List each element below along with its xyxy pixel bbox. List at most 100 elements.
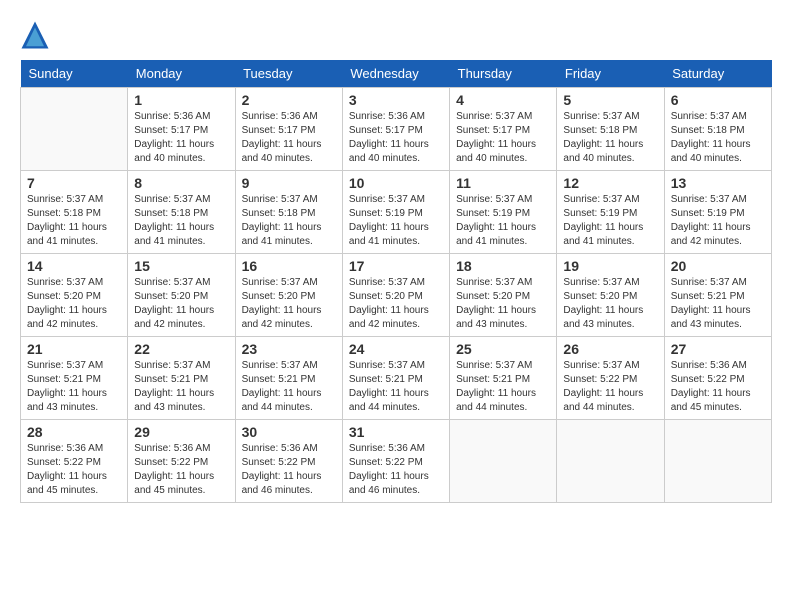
- day-number: 28: [27, 424, 121, 440]
- calendar-cell: 22 Sunrise: 5:37 AMSunset: 5:21 PMDayligh…: [128, 337, 235, 420]
- day-number: 30: [242, 424, 336, 440]
- day-number: 8: [134, 175, 228, 191]
- day-info: Sunrise: 5:37 AMSunset: 5:19 PMDaylight:…: [349, 193, 443, 249]
- day-number: 26: [563, 341, 657, 357]
- calendar-cell: 30 Sunrise: 5:36 AMSunset: 5:22 PMDayligh…: [235, 420, 342, 503]
- day-number: 15: [134, 258, 228, 274]
- day-number: 4: [456, 92, 550, 108]
- day-number: 27: [671, 341, 765, 357]
- day-info: Sunrise: 5:37 AMSunset: 5:20 PMDaylight:…: [242, 276, 336, 332]
- day-info: Sunrise: 5:37 AMSunset: 5:21 PMDaylight:…: [456, 359, 550, 415]
- day-info: Sunrise: 5:37 AMSunset: 5:19 PMDaylight:…: [671, 193, 765, 249]
- day-info: Sunrise: 5:37 AMSunset: 5:21 PMDaylight:…: [671, 276, 765, 332]
- logo-icon: [20, 20, 50, 50]
- day-number: 3: [349, 92, 443, 108]
- day-info: Sunrise: 5:37 AMSunset: 5:20 PMDaylight:…: [27, 276, 121, 332]
- day-number: 24: [349, 341, 443, 357]
- day-info: Sunrise: 5:36 AMSunset: 5:17 PMDaylight:…: [242, 110, 336, 166]
- day-number: 25: [456, 341, 550, 357]
- day-number: 6: [671, 92, 765, 108]
- calendar-cell: 27 Sunrise: 5:36 AMSunset: 5:22 PMDayligh…: [664, 337, 771, 420]
- day-number: 31: [349, 424, 443, 440]
- day-number: 2: [242, 92, 336, 108]
- day-info: Sunrise: 5:37 AMSunset: 5:22 PMDaylight:…: [563, 359, 657, 415]
- calendar-week-5: 28 Sunrise: 5:36 AMSunset: 5:22 PMDayligh…: [21, 420, 772, 503]
- calendar-cell: 14Sunrise: 5:37 AMSunset: 5:20 PMDayligh…: [21, 254, 128, 337]
- calendar-cell: 19Sunrise: 5:37 AMSunset: 5:20 PMDayligh…: [557, 254, 664, 337]
- day-info: Sunrise: 5:36 AMSunset: 5:22 PMDaylight:…: [671, 359, 765, 415]
- day-info: Sunrise: 5:37 AMSunset: 5:17 PMDaylight:…: [456, 110, 550, 166]
- calendar-cell: [664, 420, 771, 503]
- day-number: 16: [242, 258, 336, 274]
- calendar-cell: 25 Sunrise: 5:37 AMSunset: 5:21 PMDayligh…: [450, 337, 557, 420]
- calendar-cell: 23Sunrise: 5:37 AMSunset: 5:21 PMDayligh…: [235, 337, 342, 420]
- day-info: Sunrise: 5:37 AMSunset: 5:20 PMDaylight:…: [456, 276, 550, 332]
- day-info: Sunrise: 5:36 AMSunset: 5:17 PMDaylight:…: [134, 110, 228, 166]
- day-info: Sunrise: 5:36 AMSunset: 5:17 PMDaylight:…: [349, 110, 443, 166]
- day-number: 13: [671, 175, 765, 191]
- calendar-cell: 17 Sunrise: 5:37 AMSunset: 5:20 PMDayligh…: [342, 254, 449, 337]
- calendar-cell: 31 Sunrise: 5:36 AMSunset: 5:22 PMDayligh…: [342, 420, 449, 503]
- calendar-cell: 29Sunrise: 5:36 AMSunset: 5:22 PMDayligh…: [128, 420, 235, 503]
- calendar-cell: 28 Sunrise: 5:36 AMSunset: 5:22 PMDayligh…: [21, 420, 128, 503]
- day-info: Sunrise: 5:37 AMSunset: 5:18 PMDaylight:…: [563, 110, 657, 166]
- calendar-cell: 11 Sunrise: 5:37 AMSunset: 5:19 PMDayligh…: [450, 171, 557, 254]
- weekday-header-sunday: Sunday: [21, 60, 128, 88]
- page-header: [20, 20, 772, 50]
- day-info: Sunrise: 5:37 AMSunset: 5:20 PMDaylight:…: [349, 276, 443, 332]
- day-number: 12: [563, 175, 657, 191]
- calendar-cell: 8Sunrise: 5:37 AMSunset: 5:18 PMDaylight…: [128, 171, 235, 254]
- day-info: Sunrise: 5:37 AMSunset: 5:21 PMDaylight:…: [349, 359, 443, 415]
- calendar-cell: 13 Sunrise: 5:37 AMSunset: 5:19 PMDayligh…: [664, 171, 771, 254]
- calendar-cell: 9 Sunrise: 5:37 AMSunset: 5:18 PMDaylight…: [235, 171, 342, 254]
- day-number: 7: [27, 175, 121, 191]
- day-number: 22: [134, 341, 228, 357]
- day-number: 11: [456, 175, 550, 191]
- day-info: Sunrise: 5:36 AMSunset: 5:22 PMDaylight:…: [134, 442, 228, 498]
- logo: [20, 20, 54, 50]
- day-number: 18: [456, 258, 550, 274]
- calendar-week-2: 7 Sunrise: 5:37 AMSunset: 5:18 PMDaylight…: [21, 171, 772, 254]
- day-info: Sunrise: 5:37 AMSunset: 5:21 PMDaylight:…: [27, 359, 121, 415]
- calendar-cell: 10 Sunrise: 5:37 AMSunset: 5:19 PMDayligh…: [342, 171, 449, 254]
- calendar-cell: 15 Sunrise: 5:37 AMSunset: 5:20 PMDayligh…: [128, 254, 235, 337]
- day-number: 17: [349, 258, 443, 274]
- day-info: Sunrise: 5:37 AMSunset: 5:18 PMDaylight:…: [671, 110, 765, 166]
- calendar-cell: 12Sunrise: 5:37 AMSunset: 5:19 PMDayligh…: [557, 171, 664, 254]
- day-info: Sunrise: 5:37 AMSunset: 5:18 PMDaylight:…: [27, 193, 121, 249]
- weekday-header-monday: Monday: [128, 60, 235, 88]
- day-info: Sunrise: 5:36 AMSunset: 5:22 PMDaylight:…: [349, 442, 443, 498]
- day-info: Sunrise: 5:37 AMSunset: 5:20 PMDaylight:…: [134, 276, 228, 332]
- day-number: 9: [242, 175, 336, 191]
- calendar-cell: 6 Sunrise: 5:37 AMSunset: 5:18 PMDaylight…: [664, 88, 771, 171]
- day-info: Sunrise: 5:36 AMSunset: 5:22 PMDaylight:…: [242, 442, 336, 498]
- weekday-header-saturday: Saturday: [664, 60, 771, 88]
- day-number: 5: [563, 92, 657, 108]
- calendar-cell: [450, 420, 557, 503]
- day-info: Sunrise: 5:37 AMSunset: 5:21 PMDaylight:…: [134, 359, 228, 415]
- day-info: Sunrise: 5:37 AMSunset: 5:18 PMDaylight:…: [242, 193, 336, 249]
- calendar-week-3: 14Sunrise: 5:37 AMSunset: 5:20 PMDayligh…: [21, 254, 772, 337]
- calendar-cell: 3 Sunrise: 5:36 AMSunset: 5:17 PMDaylight…: [342, 88, 449, 171]
- day-number: 10: [349, 175, 443, 191]
- calendar-table: SundayMondayTuesdayWednesdayThursdayFrid…: [20, 60, 772, 503]
- day-info: Sunrise: 5:37 AMSunset: 5:21 PMDaylight:…: [242, 359, 336, 415]
- day-number: 19: [563, 258, 657, 274]
- calendar-cell: 7 Sunrise: 5:37 AMSunset: 5:18 PMDaylight…: [21, 171, 128, 254]
- calendar-cell: 2 Sunrise: 5:36 AMSunset: 5:17 PMDaylight…: [235, 88, 342, 171]
- calendar-cell: 5 Sunrise: 5:37 AMSunset: 5:18 PMDaylight…: [557, 88, 664, 171]
- calendar-cell: 21Sunrise: 5:37 AMSunset: 5:21 PMDayligh…: [21, 337, 128, 420]
- calendar-cell: 4 Sunrise: 5:37 AMSunset: 5:17 PMDaylight…: [450, 88, 557, 171]
- calendar-cell: [557, 420, 664, 503]
- weekday-header-thursday: Thursday: [450, 60, 557, 88]
- day-number: 1: [134, 92, 228, 108]
- day-info: Sunrise: 5:37 AMSunset: 5:19 PMDaylight:…: [456, 193, 550, 249]
- weekday-header-friday: Friday: [557, 60, 664, 88]
- day-info: Sunrise: 5:36 AMSunset: 5:22 PMDaylight:…: [27, 442, 121, 498]
- calendar-week-4: 21Sunrise: 5:37 AMSunset: 5:21 PMDayligh…: [21, 337, 772, 420]
- calendar-cell: 16 Sunrise: 5:37 AMSunset: 5:20 PMDayligh…: [235, 254, 342, 337]
- day-number: 20: [671, 258, 765, 274]
- calendar-cell: 1 Sunrise: 5:36 AMSunset: 5:17 PMDaylight…: [128, 88, 235, 171]
- calendar-cell: 18 Sunrise: 5:37 AMSunset: 5:20 PMDayligh…: [450, 254, 557, 337]
- calendar-cell: 20 Sunrise: 5:37 AMSunset: 5:21 PMDayligh…: [664, 254, 771, 337]
